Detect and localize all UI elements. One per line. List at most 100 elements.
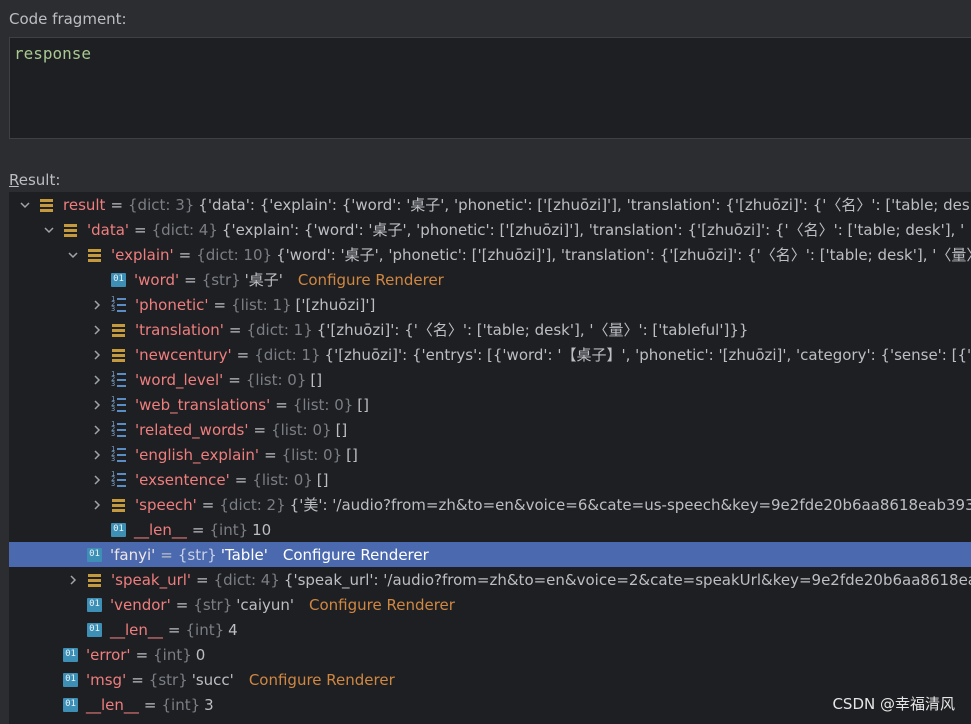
chevron-down-icon[interactable] [65,245,81,265]
chevron-right-icon[interactable] [89,470,105,490]
configure-renderer-link[interactable]: Configure Renderer [309,596,455,614]
code-fragment-text[interactable]: response [14,44,91,63]
variable-type: {list: 0} [252,470,313,489]
chevron-right-icon[interactable] [89,495,105,515]
tree-row[interactable]: 01 'msg' = {str}'succ' Configure Renderer [9,667,971,692]
variable-type: {dict: 3} [128,195,195,214]
tree-row[interactable]: 1 2 3 'word_level' = {list: 0}[] [9,367,971,392]
equals-sign: = [201,495,215,514]
variable-type: {list: 0} [281,445,343,464]
code-fragment-editor[interactable]: response [9,37,971,139]
configure-renderer-link[interactable]: Configure Renderer [298,271,444,289]
list-icon: 123 [111,395,127,413]
equals-sign: = [134,220,147,239]
equals-sign: = [191,520,205,539]
tree-row[interactable]: 1 2 3 'exsentence' = {list: 0}[] [9,467,971,492]
variable-name: 'fanyi' [110,545,156,564]
watermark: CSDN @幸福清风 [832,695,955,713]
tree-row[interactable]: result = {dict: 3} {'data': {'explain': {'w… [9,192,971,217]
equals-sign: = [178,245,192,264]
tree-row[interactable]: 1 2 3 'phonetic' = {list: 1} ['[zhuōzi]'] [9,292,971,317]
variable-type: {dict: 10} [196,245,273,264]
chevron-down-icon[interactable] [41,220,57,240]
tree-row[interactable]: 'newcentury' = {dict: 1} {'[zhuōzi]': {'ent… [9,342,971,367]
chevron-right-icon[interactable] [89,370,105,390]
variable-value: {'speak_url': '/audio?from=zh&to=en&voic… [283,570,971,589]
dict-icon [39,197,55,213]
configure-renderer-link[interactable]: Configure Renderer [283,546,429,564]
variable-type: {int} [185,620,225,639]
variable-name: __len__ [134,520,187,539]
variable-value: {'word': '桌子', 'phonetic': ['[zhuōzi]'],… [276,246,971,264]
variable-value: 'caiyun' [236,595,295,614]
variable-name: 'data' [87,220,130,239]
int-icon: 01 [63,647,78,662]
tree-row[interactable]: 01 __len__ = {int} 3 [9,692,971,717]
list-icon: 123 [111,295,127,313]
tree-row[interactable]: 01 'vendor' = {str}'caiyun' Configure Render… [9,592,971,617]
equals-sign: = [253,420,267,439]
int-icon: 01 [111,522,126,537]
result-label: Result: [9,171,61,189]
chevron-right-icon[interactable] [89,445,105,465]
variable-type: {dict: 4} [213,570,280,589]
tree-row[interactable]: 01 'fanyi' = {str} 'Table' Configure Renderer [9,542,971,567]
variable-name: 'vendor' [110,595,171,614]
dict-icon [87,572,103,588]
equals-sign: = [213,295,227,314]
tree-row[interactable]: 01 __len__ = {int} 10 [9,517,971,542]
equals-sign: = [228,320,242,339]
tree-row[interactable]: 'translation' = {dict: 1} {'[zhuōzi]': {'〈名… [9,317,971,342]
variable-value: {'explain': {'word': '桌子', 'phonetic': [… [221,221,971,239]
dict-icon [87,247,103,263]
equals-sign: = [196,570,209,589]
variable-type: {list: 0} [245,370,307,389]
equals-sign: = [236,345,250,364]
chevron-right-icon[interactable] [89,345,105,365]
variable-value: [] [335,420,348,439]
variable-value: [] [346,445,358,464]
variable-name: result [63,195,106,214]
int-icon: 01 [63,697,78,712]
variable-name: 'related_words' [135,420,249,439]
variable-type: {list: 0} [292,395,354,414]
variable-value: ['[zhuōzi]'] [295,295,376,314]
dict-icon [111,347,127,363]
tree-row[interactable]: 01 'word' = {str} '桌子' Configure Renderer [9,267,971,292]
chevron-right-icon[interactable] [89,295,105,315]
dict-icon [111,497,127,513]
list-icon: 123 [111,470,127,488]
equals-sign: = [131,670,144,689]
tree-row[interactable]: 'speech' = {dict: 2} {'美': '/audio?from=zh&… [9,492,971,517]
tree-row[interactable]: 1 2 3 'web_translations' = {list: 0}[] [9,392,971,417]
variable-name: 'explain' [111,245,174,264]
tree-row[interactable]: 01 __len__ = {int} 4 [9,617,971,642]
variable-name: 'error' [86,645,131,664]
chevron-down-icon[interactable] [17,195,33,215]
tree-row[interactable]: 'data' = {dict: 4} {'explain': {'word': '桌子… [9,217,971,242]
tree-row[interactable]: 'explain' = {dict: 10} {'word': '桌子', 'phon… [9,242,971,267]
chevron-right-icon[interactable] [65,570,81,590]
tree-row[interactable]: 01 'error' = {int} 0 [9,642,971,667]
variable-type: {dict: 2} [219,495,286,514]
chevron-right-icon[interactable] [89,320,105,340]
tree-row[interactable]: 1 2 3 'english_explain' = {list: 0}[] [9,442,971,467]
equals-sign: = [234,470,248,489]
int-icon: 01 [87,622,102,637]
variable-type: {str} [148,670,188,689]
dict-icon [63,222,79,238]
equals-sign: = [110,195,124,214]
tree-row[interactable]: 'speak_url' = {dict: 4} {'speak_url': '/aud… [9,567,971,592]
result-tree[interactable]: result = {dict: 3} {'data': {'explain': {'w… [9,192,971,724]
chevron-right-icon[interactable] [89,395,105,415]
configure-renderer-link[interactable]: Configure Renderer [249,671,395,689]
variable-value: [] [316,470,329,489]
tree-row[interactable]: 1 2 3 'related_words' = {list: 0}[] [9,417,971,442]
variable-value: [] [310,370,323,389]
chevron-right-icon[interactable] [89,420,105,440]
variable-name: 'speak_url' [111,570,192,589]
variable-value: '桌子' [244,271,283,289]
